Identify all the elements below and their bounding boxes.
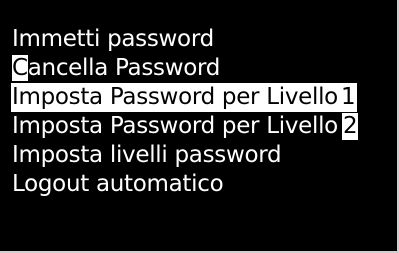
menu-item-label: Cancella Password xyxy=(11,54,222,83)
menu-item-label: Imposta Password per Livello xyxy=(11,83,340,112)
menu-item-clear-password[interactable]: Cancella Password xyxy=(11,54,358,83)
level-number-field[interactable]: 2 xyxy=(341,113,359,140)
menu-item-auto-logout[interactable]: Logout automatico xyxy=(11,170,358,199)
menu-item-label: Imposta livelli password xyxy=(12,142,282,168)
password-menu: Immetti password Cancella Password Impos… xyxy=(11,25,359,199)
menu-item-set-password-levels[interactable]: Imposta livelli password xyxy=(11,141,358,170)
text-cursor: C xyxy=(12,55,28,81)
level-number-field[interactable]: 1 xyxy=(338,83,358,112)
menu-item-label: Imposta Password per Livello xyxy=(12,113,338,139)
menu-item-enter-password[interactable]: Immetti password xyxy=(11,25,358,54)
menu-item-set-password-level-2[interactable]: Imposta Password per Livello 2 xyxy=(11,112,359,141)
printer-display-screen: Immetti password Cancella Password Impos… xyxy=(0,0,399,253)
menu-item-set-password-level-1[interactable]: Imposta Password per Livello 1 xyxy=(11,83,358,112)
menu-item-label-rest: ancella Password xyxy=(27,55,221,81)
menu-item-label: Logout automatico xyxy=(12,171,224,197)
menu-item-label: Immetti password xyxy=(12,26,214,52)
